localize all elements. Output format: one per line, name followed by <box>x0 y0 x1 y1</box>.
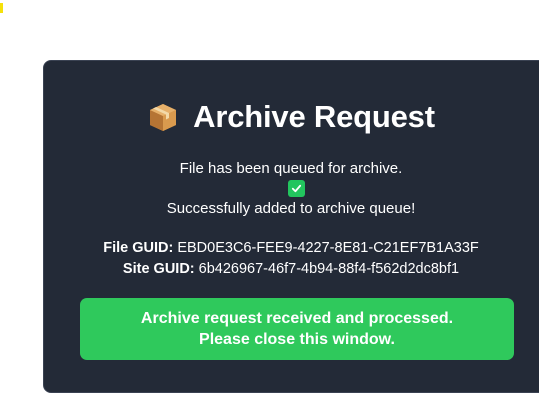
corner-marker <box>0 3 3 13</box>
file-guid-label: File GUID: <box>103 240 174 256</box>
file-guid-line: File GUID: EBD0E3C6-FEE9-4227-8E81-C21EF… <box>44 238 538 258</box>
banner-line-2: Please close this window. <box>199 331 395 348</box>
file-guid-value: EBD0E3C6-FEE9-4227-8E81-C21EF7B1A33F <box>177 240 479 256</box>
archive-request-dialog: Archive Request File has been queued for… <box>43 60 539 393</box>
site-guid-label: Site GUID: <box>122 261 195 277</box>
title-row: Archive Request <box>44 97 538 137</box>
site-guid-value: 6b426967-46f7-4b94-88f4-f562d2dc8bf1 <box>198 261 460 277</box>
banner-line-1: Archive request received and processed. <box>140 310 454 327</box>
success-message: Successfully added to archive queue! <box>166 200 416 217</box>
status-banner: Archive request received and processed. … <box>80 298 514 360</box>
site-guid-line: Site GUID: 6b426967-46f7-4b94-88f4-f562d… <box>44 259 538 279</box>
check-mark-icon <box>288 180 305 197</box>
queued-message: File has been queued for archive. <box>179 160 403 177</box>
dialog-title: Archive Request <box>193 99 435 134</box>
package-box-icon <box>150 104 177 131</box>
